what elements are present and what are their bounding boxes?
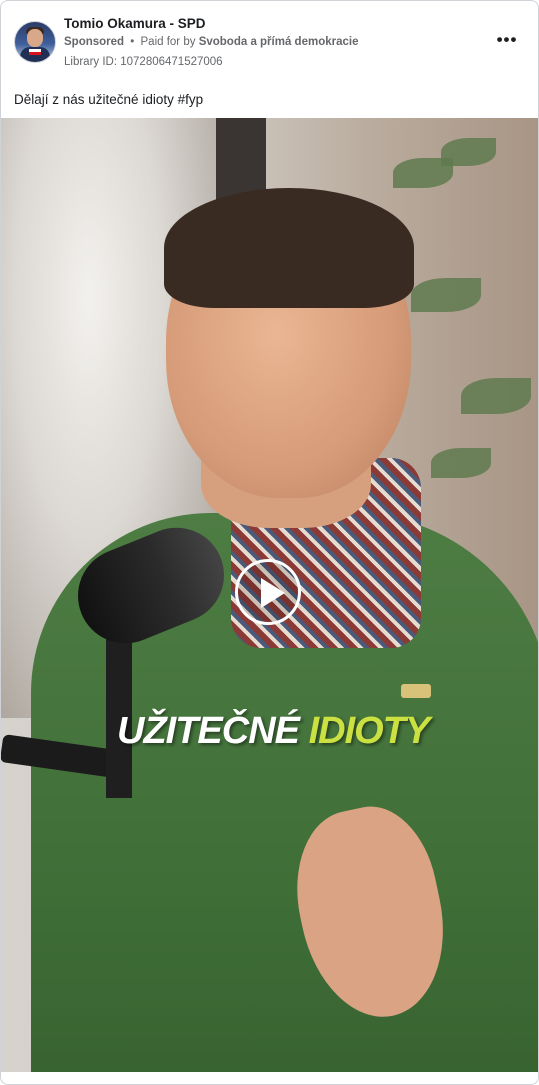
library-id: Library ID: 1072806471527006: [64, 56, 223, 68]
video-player[interactable]: UŽITEČNÉ IDIOTY: [1, 118, 538, 1072]
payer-name[interactable]: Svoboda a přímá demokracie: [199, 36, 359, 48]
play-button[interactable]: [235, 559, 301, 625]
video-plant-leaf: [461, 378, 531, 414]
video-overlay-text: UŽITEČNÉ IDIOTY: [117, 710, 431, 753]
more-options-icon[interactable]: •••: [495, 31, 519, 52]
page-avatar[interactable]: [14, 21, 56, 63]
video-plant-leaf: [431, 448, 491, 478]
avatar-face: [27, 29, 43, 47]
overlay-word-1: UŽITEČNÉ: [117, 710, 300, 752]
video-plant-leaf: [441, 138, 496, 166]
meta-separator: •: [130, 36, 135, 48]
overlay-word-2: IDIOTY: [308, 710, 431, 752]
microphone-stem: [106, 618, 132, 798]
video-plant-leaf: [411, 278, 481, 312]
page-name[interactable]: Tomio Okamura - SPD: [64, 16, 206, 31]
ad-meta-line: Sponsored • Paid for by Svoboda a přímá …: [64, 36, 358, 48]
sponsored-label: Sponsored: [64, 36, 125, 48]
paid-for-prefix: Paid for by: [140, 36, 196, 48]
play-icon: [261, 578, 285, 608]
video-person-hair: [164, 188, 414, 308]
post-caption: Dělají z nás užitečné idioty #fyp: [14, 92, 204, 107]
ad-card: Tomio Okamura - SPD Sponsored • Paid for…: [0, 0, 539, 1085]
avatar-flag: [29, 49, 41, 55]
sweater-logo: [401, 684, 431, 698]
